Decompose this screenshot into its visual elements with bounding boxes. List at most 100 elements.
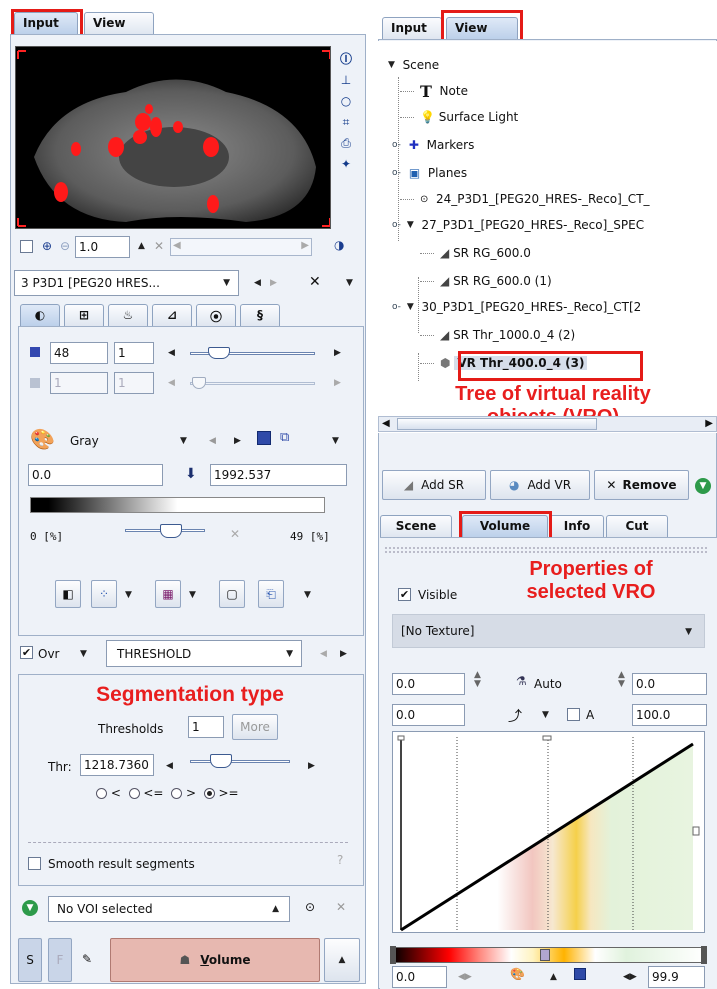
add-vr-button[interactable]: ◕ Add VR: [490, 470, 590, 500]
print-icon[interactable]: ⎙: [335, 136, 357, 157]
radio-ge[interactable]: [203, 788, 215, 799]
layout-tab-icon[interactable]: ⊞: [64, 304, 104, 326]
info-icon[interactable]: Ⓘ: [335, 52, 357, 73]
transfer-function-editor[interactable]: [392, 731, 705, 933]
add-sr-button[interactable]: ◢ Add SR: [382, 470, 486, 500]
series-select[interactable]: 3 P3D1 [PEG20 HRES... ▼: [14, 270, 239, 296]
tree-row-sr-thr1000[interactable]: ◢ SR Thr_1000.0_4 (2): [420, 325, 575, 345]
raster-dropdown-icon[interactable]: ▼: [189, 590, 196, 600]
grid-mode-dropdown-icon[interactable]: ▼: [125, 590, 132, 600]
circle-icon[interactable]: ○: [335, 94, 357, 115]
color-prev-icon[interactable]: ◀: [209, 436, 216, 446]
color-table-dropdown-icon[interactable]: ▼: [180, 436, 187, 446]
close-series-icon[interactable]: ✕: [309, 274, 321, 290]
hi-input[interactable]: 0.0: [632, 673, 707, 695]
min-input[interactable]: 0.0: [28, 464, 163, 486]
segmentation-method-select[interactable]: THRESHOLD ▼: [106, 640, 302, 667]
hi2-input[interactable]: 100.0: [632, 704, 707, 726]
palette-up-icon[interactable]: ▲: [550, 972, 557, 982]
zoom-scrollbar[interactable]: ◀ ▶: [170, 238, 312, 256]
series-prev-icon[interactable]: ◀: [254, 278, 261, 288]
gray-colorbar[interactable]: [30, 497, 325, 513]
radio-le[interactable]: [128, 788, 140, 799]
pct-slider-thumb[interactable]: [160, 524, 182, 538]
cb-handle-mid[interactable]: [540, 949, 550, 961]
tree-row-sr-rg600[interactable]: ◢ SR RG_600.0: [420, 243, 531, 263]
thr-value-input[interactable]: 1218.7360: [80, 754, 154, 776]
tree-row-note[interactable]: T Note: [400, 81, 468, 101]
image-viewport[interactable]: [15, 46, 331, 229]
tree-scrollbar[interactable]: ◀ ▶: [378, 416, 717, 432]
tree-row-ct24[interactable]: ⊙ 24_P3D1_[PEG20_HRES-_Reco]_CT_: [400, 189, 650, 209]
color-transfer-bar[interactable]: [390, 946, 707, 964]
zoom-input[interactable]: 1.0: [75, 236, 130, 258]
curve-dropdown-icon[interactable]: ▼: [542, 710, 549, 720]
thresholds-count-input[interactable]: 1: [188, 716, 224, 738]
palette-icon[interactable]: 🎨: [30, 427, 55, 451]
visible-checkbox[interactable]: ✔: [398, 588, 411, 601]
voi-toggle-icon[interactable]: ▼: [22, 900, 38, 916]
max-input[interactable]: 1992.537: [210, 464, 347, 486]
ovr-dropdown-icon[interactable]: ▼: [80, 649, 87, 659]
bottom-lo-input[interactable]: 0.0: [392, 966, 447, 988]
camera-icon[interactable]: ⧉: [280, 430, 289, 445]
movie-tab-icon[interactable]: ⦿: [196, 304, 236, 326]
lo-spinner-icon[interactable]: ▲ ▼: [474, 671, 481, 689]
outline-button[interactable]: ▢: [219, 580, 245, 608]
tab-cut[interactable]: Cut: [606, 515, 668, 537]
thr-prev-icon[interactable]: ◀: [166, 761, 173, 771]
bottom-prev-icon[interactable]: ◀▶: [458, 972, 472, 982]
slice-slider[interactable]: [190, 347, 315, 359]
tree-row-planes[interactable]: o- ▣ Planes: [392, 163, 467, 183]
voi-close-icon[interactable]: ✕: [336, 900, 346, 914]
zoom-reset-icon[interactable]: ✕: [154, 239, 164, 253]
export-button[interactable]: ⎗: [258, 580, 284, 608]
help-icon[interactable]: ?: [337, 853, 343, 867]
volume-button[interactable]: ☗ Volume: [110, 938, 320, 982]
fusion-tab-icon[interactable]: ♨: [108, 304, 148, 326]
lut-icon-right[interactable]: [574, 968, 586, 980]
slice-step-input[interactable]: 1: [114, 342, 154, 364]
slice-slider-thumb[interactable]: [208, 347, 230, 359]
a-checkbox[interactable]: [567, 708, 580, 721]
export-dropdown-icon[interactable]: ▼: [304, 590, 311, 600]
method-next-icon[interactable]: ▶: [340, 649, 347, 659]
crosshair-icon[interactable]: ✦: [335, 157, 357, 178]
color-menu-icon[interactable]: ▼: [332, 436, 339, 446]
zoom-in-icon[interactable]: ⊕: [42, 239, 52, 253]
overlay-mode-button[interactable]: ◧: [55, 580, 81, 608]
threshold-icon[interactable]: ⬇: [185, 466, 197, 482]
tree-row-spect27[interactable]: o- ▼ 27_P3D1_[PEG20_HRES-_Reco]_SPEC: [392, 215, 644, 235]
voi-ellipsis-icon[interactable]: ⊙: [305, 900, 315, 914]
thr-slider-thumb[interactable]: [210, 754, 232, 768]
meta-tab-icon[interactable]: §: [240, 304, 280, 326]
method-prev-icon[interactable]: ◀: [320, 649, 327, 659]
chart-tab-icon[interactable]: ⊿: [152, 304, 192, 326]
slice-next-icon[interactable]: ▶: [334, 348, 341, 358]
color-next-icon[interactable]: ▶: [234, 436, 241, 446]
tree-row-sr-rg600-1[interactable]: ◢ SR RG_600.0 (1): [420, 271, 552, 291]
auto-icon[interactable]: ⚗: [516, 674, 527, 688]
lo2-input[interactable]: 0.0: [392, 704, 465, 726]
curve-icon[interactable]: ⤴: [508, 706, 522, 726]
cb-handle-left[interactable]: [390, 946, 396, 964]
more-button[interactable]: More: [232, 714, 278, 740]
fit-icon[interactable]: ⌗: [335, 115, 357, 136]
orientation-icon[interactable]: ◑: [334, 238, 344, 252]
s-button[interactable]: S: [18, 938, 42, 982]
thr-slider[interactable]: [190, 754, 290, 768]
tab-scene[interactable]: Scene: [380, 515, 452, 537]
pct-reset-icon[interactable]: ✕: [230, 527, 240, 541]
zoom-out-icon[interactable]: ⊖: [60, 239, 70, 253]
sync-checkbox[interactable]: [20, 240, 33, 253]
remove-button[interactable]: ✕ Remove: [594, 470, 689, 500]
tab-input-right[interactable]: Input: [382, 17, 442, 39]
tree-scrollbar-thumb[interactable]: [397, 418, 597, 430]
contrast-tab-icon[interactable]: ◐: [20, 304, 60, 326]
tab-view-left[interactable]: View: [84, 12, 154, 34]
zoom-up-icon[interactable]: ▲: [138, 241, 145, 251]
pct-slider[interactable]: [125, 524, 205, 538]
tree-row-surface-light[interactable]: 💡 Surface Light: [400, 107, 518, 127]
cb-handle-right[interactable]: [701, 946, 707, 964]
grid-mode-button[interactable]: ⁘: [91, 580, 117, 608]
